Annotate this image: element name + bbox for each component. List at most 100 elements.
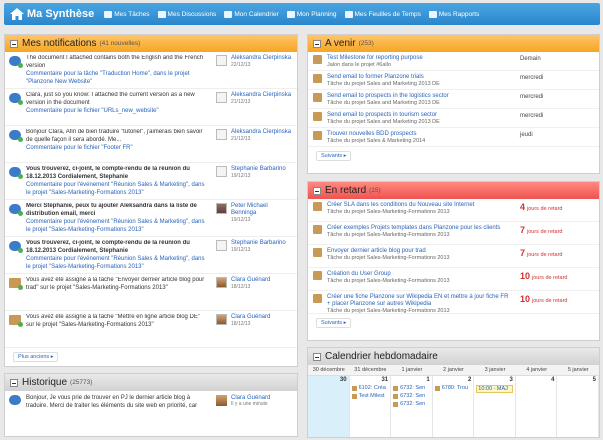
calendar-event[interactable]: 10:00 - MAJ bbox=[476, 385, 513, 393]
late-label: jours de retard bbox=[532, 298, 568, 304]
author-name[interactable]: Aleksandra Cierpinska bbox=[231, 55, 291, 62]
notification-item[interactable]: Vous trouverez, ci-joint, le compte-rend… bbox=[5, 237, 297, 274]
notification-item[interactable]: Vous trouverez, ci-joint, le compte-rend… bbox=[5, 163, 297, 200]
author-name[interactable]: Clara Guénard bbox=[231, 277, 270, 284]
notification-context[interactable]: Commentaire pour l'événement "Réunion Sa… bbox=[26, 182, 206, 196]
calendar-day-cell[interactable]: 4 bbox=[516, 376, 558, 437]
task-icon bbox=[9, 315, 23, 327]
history-text: Bonjour, Je vous prie de trouver en PJ l… bbox=[26, 395, 198, 409]
late-label: jours de retard bbox=[527, 229, 563, 235]
calendar-day-cell[interactable]: 2 6780: Trou bbox=[433, 376, 475, 437]
late-days: 4 bbox=[520, 202, 526, 212]
discussions-icon bbox=[157, 10, 166, 18]
calendar-day-cell[interactable]: 30 bbox=[308, 376, 350, 437]
calendar-day-cell[interactable]: 3 10:00 - MAJ bbox=[474, 376, 516, 437]
day-number: 30 bbox=[339, 377, 347, 383]
task-title[interactable]: Send email to prospects in tourism secto… bbox=[327, 112, 512, 119]
task-info: Test Milestone for reporting purpose Jalo… bbox=[327, 55, 512, 69]
notification-date: 18/12/13 bbox=[231, 321, 251, 327]
notification-item[interactable]: Bonjour Clara, Afin de bien traduire "tu… bbox=[5, 126, 297, 163]
collapse-toggle[interactable] bbox=[313, 186, 321, 195]
calendar-event[interactable]: Test Milest bbox=[351, 393, 389, 399]
calendar-event[interactable]: 6102: Créa bbox=[351, 385, 389, 391]
collapse-toggle[interactable] bbox=[10, 378, 18, 387]
notification-item[interactable]: Vous avez été assigné à la tâche "Envoye… bbox=[5, 274, 297, 311]
task-icon bbox=[313, 225, 322, 234]
day-number: 4 bbox=[551, 377, 555, 383]
older-button[interactable]: Plus anciens ▸ bbox=[13, 352, 59, 362]
calendar-day-cell[interactable]: 1 6732: Sen 6732: Sen 6732: Sen bbox=[391, 376, 433, 437]
collapse-toggle[interactable] bbox=[313, 39, 321, 48]
calendar-event[interactable]: 6732: Sen bbox=[393, 385, 430, 391]
task-project: Tâche du projet Sales and Marketing 2013… bbox=[327, 81, 440, 87]
upcoming-item[interactable]: Send email to former Planzone trials Tâch… bbox=[308, 71, 599, 90]
task-info: Création du User Group Tâche du projet Sa… bbox=[327, 271, 512, 285]
nav-feuilles-de-temps[interactable]: Mes Feuilles de Temps bbox=[344, 10, 421, 18]
task-project: Tâche du projet Sales-Marketing-Formatio… bbox=[327, 255, 450, 261]
author-name[interactable]: Aleksandra Cierpinska bbox=[231, 92, 291, 99]
brand-link[interactable]: Ma Synthèse bbox=[10, 8, 94, 20]
task-title[interactable]: Créer SLA dans les conditions du Nouveau… bbox=[327, 202, 512, 209]
notification-date: 19/12/13 bbox=[231, 173, 251, 179]
collapse-toggle[interactable] bbox=[10, 39, 18, 48]
upcoming-item[interactable]: Trouver nouvelles BDD prospects Tâche du … bbox=[308, 128, 599, 147]
notification-date: 19/12/13 bbox=[231, 247, 251, 253]
due-day: Demain bbox=[520, 56, 541, 62]
nav-mes-discussions[interactable]: Mes Discussions bbox=[157, 10, 216, 18]
top-navigation-bar: Ma Synthèse Mes Tâches Mes Discussions M… bbox=[4, 3, 600, 25]
author-name[interactable]: Clara Guénard bbox=[231, 314, 270, 321]
notification-item[interactable]: Merci Stéphanie, peux tu ajouter Aleksan… bbox=[5, 200, 297, 237]
task-project: Tâche du projet Sales-Marketing-Formatio… bbox=[327, 232, 450, 238]
upcoming-item[interactable]: Send email to prospects in tourism secto… bbox=[308, 109, 599, 128]
avatar bbox=[216, 395, 227, 406]
upcoming-item[interactable]: Test Milestone for reporting purpose Jalo… bbox=[308, 52, 599, 71]
next-button[interactable]: Suivants ▸ bbox=[316, 151, 352, 161]
task-title[interactable]: Créer exemples Projets templates dans Pl… bbox=[327, 225, 512, 232]
task-title[interactable]: Test Milestone for reporting purpose bbox=[327, 55, 512, 62]
task-project: Tâche du projet Sales and Marketing 2013… bbox=[327, 100, 440, 106]
calendar-event[interactable]: 6732: Sen bbox=[393, 401, 430, 407]
calendar-day-header: 4 janvier bbox=[526, 367, 548, 373]
author-name[interactable]: Peter Michael Benninga bbox=[231, 203, 293, 217]
nav-mes-taches[interactable]: Mes Tâches bbox=[104, 10, 150, 18]
task-title[interactable]: Trouver nouvelles BDD prospects bbox=[327, 131, 512, 138]
panel-title: A venir bbox=[325, 38, 356, 49]
author-name[interactable]: Stephanie Barbarino bbox=[231, 240, 286, 247]
author-name[interactable]: Stephanie Barbarino bbox=[231, 166, 286, 173]
notification-item[interactable]: Clara, just so you know: I attached the … bbox=[5, 89, 297, 126]
nav-mes-rapports[interactable]: Mes Rapports bbox=[428, 10, 479, 18]
next-button[interactable]: Suivants ▸ bbox=[316, 318, 352, 328]
late-item[interactable]: Créer SLA dans les conditions du Nouveau… bbox=[308, 199, 599, 222]
late-item[interactable]: Création du User Group Tâche du projet Sa… bbox=[308, 268, 599, 291]
author-name[interactable]: Aleksandra Cierpinska bbox=[231, 129, 291, 136]
notification-context[interactable]: Commentaire pour l'événement "Réunion Sa… bbox=[26, 256, 206, 270]
notification-context[interactable]: Commentaire pour le fichier "Footer FR" bbox=[26, 145, 206, 153]
notification-context[interactable]: Commentaire pour l'événement "Réunion Sa… bbox=[26, 219, 206, 233]
task-info: Trouver nouvelles BDD prospects Tâche du … bbox=[327, 131, 512, 145]
task-title[interactable]: Création du User Group bbox=[327, 271, 512, 278]
history-entry[interactable]: Bonjour, Je vous prie de trouver en PJ l… bbox=[5, 391, 297, 414]
notification-text: Vous avez été assigné à la tâche "Envoye… bbox=[26, 277, 205, 291]
nav-mon-calendrier[interactable]: Mon Calendrier bbox=[224, 10, 279, 18]
nav-mon-planning[interactable]: Mon Planning bbox=[286, 10, 337, 18]
calendar-event[interactable]: 6780: Trou bbox=[434, 385, 472, 391]
notification-context[interactable]: Commentaire pour la tâche "Traduction Ho… bbox=[26, 71, 206, 85]
task-title[interactable]: Envoyer dernier article blog pour trad bbox=[327, 248, 512, 255]
notification-item[interactable]: Vous avez été assigné à la tâche "Mettre… bbox=[5, 311, 297, 348]
calendar-day-cell[interactable]: 5 bbox=[557, 376, 599, 437]
avatar bbox=[216, 277, 227, 288]
event-label: 10:00 - MAJ bbox=[478, 386, 508, 392]
late-item[interactable]: Créer une fiche Planzone sur Wikipedia E… bbox=[308, 291, 599, 314]
task-title[interactable]: Send email to former Planzone trials bbox=[327, 74, 512, 81]
task-title[interactable]: Send email to prospects in the logistics… bbox=[327, 93, 512, 100]
task-title[interactable]: Créer une fiche Planzone sur Wikipedia E… bbox=[327, 294, 512, 308]
calendar-day-cell[interactable]: 31 6102: Créa Test Milest bbox=[350, 376, 392, 437]
late-item[interactable]: Créer exemples Projets templates dans Pl… bbox=[308, 222, 599, 245]
notification-item[interactable]: The document I attached contains both th… bbox=[5, 52, 297, 89]
upcoming-item[interactable]: Send email to prospects in the logistics… bbox=[308, 90, 599, 109]
notification-context[interactable]: Commentaire pour le fichier "URLs_new_we… bbox=[26, 108, 206, 116]
collapse-toggle[interactable] bbox=[313, 352, 321, 361]
late-item[interactable]: Envoyer dernier article blog pour trad Tâ… bbox=[308, 245, 599, 268]
a-venir-panel: A venir (253) Test Milestone for reporti… bbox=[307, 34, 600, 174]
calendar-event[interactable]: 6732: Sen bbox=[393, 393, 430, 399]
